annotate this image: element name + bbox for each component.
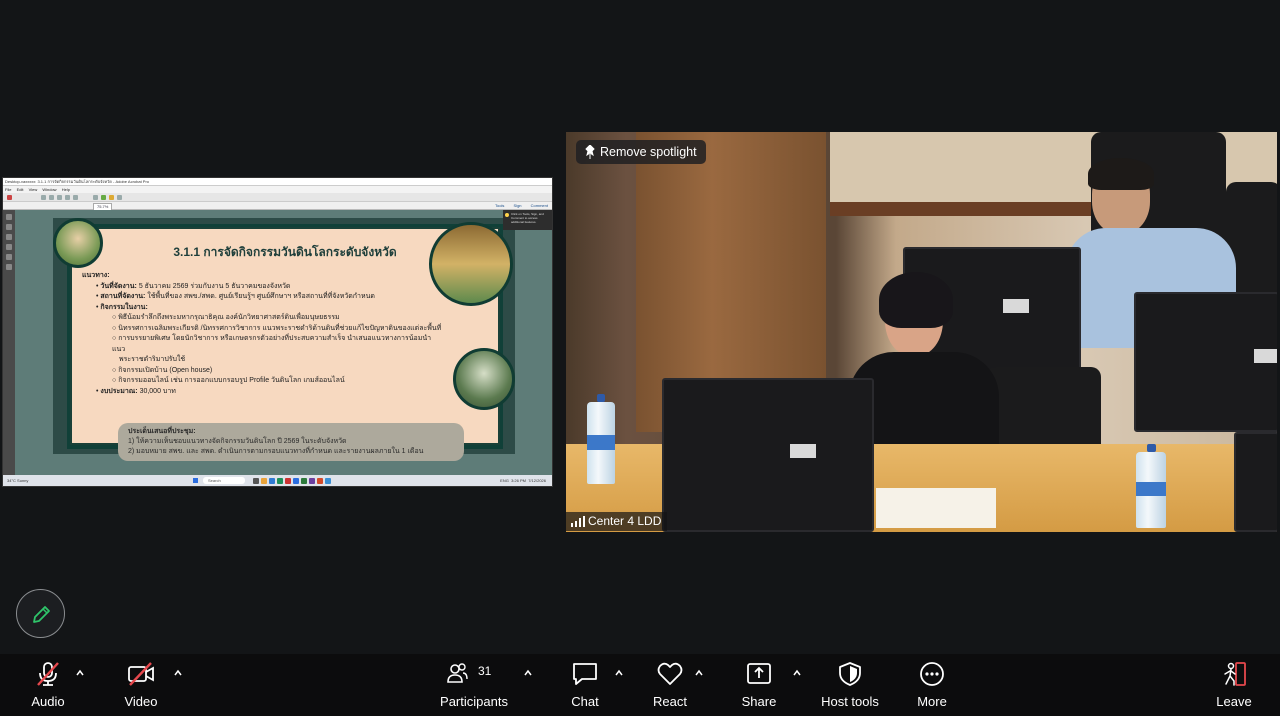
more-label: More	[917, 694, 947, 709]
weather-widget: 34°C Sunny	[7, 478, 29, 483]
shared-menubar: File Edit View Window Help	[3, 186, 552, 193]
shared-toolbar	[3, 193, 552, 202]
soil-image	[53, 218, 103, 268]
mic-muted-icon	[37, 662, 59, 686]
share-label: Share	[741, 694, 777, 709]
windows-start-icon	[193, 478, 198, 483]
participants-button[interactable]: 31 Participants	[440, 660, 508, 710]
section-heading: แนวทาง:	[82, 272, 110, 279]
audio-button[interactable]: Audio	[27, 660, 69, 710]
shared-left-pane	[3, 210, 15, 475]
activity-item-cont: พระราชดำริมาปรับใช้	[119, 356, 186, 363]
host-tools-label: Host tools	[821, 694, 879, 709]
share-button[interactable]: Share	[740, 660, 778, 710]
share-options-caret[interactable]	[792, 668, 802, 678]
note-item: 2) มอบหมาย สพข. และ สพด. ดำเนินการตามกรอ…	[128, 448, 424, 455]
meeting-toolbar: Audio Video 31 Participants Chat React S…	[0, 654, 1280, 716]
chat-label: Chat	[571, 694, 599, 709]
sign-tab: Sign	[513, 203, 522, 208]
participant-name: Center 4 LDD	[588, 514, 662, 528]
bullet-budget: • งบประมาณ: 30,000 บาท	[96, 387, 176, 395]
participants-label: Participants	[440, 694, 508, 709]
lightbulb-icon	[505, 213, 509, 217]
shield-icon	[839, 662, 861, 686]
water-bottle	[1136, 444, 1166, 528]
host-tools-button[interactable]: Host tools	[818, 660, 882, 710]
note-item: 1) ให้ความเห็นชอบแนวทางจัดกิจกรรมวันดินโ…	[128, 438, 347, 445]
slide-body: แนวทาง: • วันที่จัดงาน: 5 ธันวาคม 2569 ร…	[82, 271, 442, 397]
participants-options-caret[interactable]	[523, 668, 533, 678]
react-options-caret[interactable]	[694, 668, 704, 678]
spotlight-video[interactable]	[566, 132, 1277, 532]
video-muted-icon	[128, 662, 154, 686]
leave-label: Leave	[1216, 694, 1252, 709]
chat-icon	[573, 663, 597, 685]
note-heading: ประเด็นเสนอที่ประชุม:	[128, 428, 196, 435]
chat-button[interactable]: Chat	[567, 660, 603, 710]
chat-options-caret[interactable]	[614, 668, 624, 678]
comment-tab: Comment	[530, 203, 548, 208]
tools-tab: Tools	[495, 203, 505, 208]
participants-count: 31	[478, 664, 492, 678]
meeting-proposal-box: ประเด็นเสนอที่ประชุม: 1) ให้ความเห็นชอบแ…	[118, 423, 464, 461]
menu-help: Help	[61, 187, 70, 192]
bullet-venue: • สถานที่จัดงาน: ใช้พื้นที่ของ สพข./สพด.…	[96, 293, 375, 300]
shared-window-title: Desktop-vaxxxxx: 3.1.1 การจัดกิจกรรมวันด…	[3, 178, 552, 186]
video-options-caret[interactable]	[173, 668, 183, 678]
react-label: React	[653, 694, 687, 709]
signal-icon	[571, 516, 585, 527]
slide: 3.1.1 การจัดกิจกรรมวันดินโลกระดับจังหวัด…	[53, 218, 515, 461]
meeting-window: Desktop-vaxxxxx: 3.1.1 การจัดกิจกรรมวันด…	[0, 0, 1280, 716]
audio-label: Audio	[31, 694, 65, 709]
event-image	[453, 348, 515, 410]
annotate-button[interactable]	[16, 589, 65, 638]
heart-icon	[657, 662, 683, 685]
bullet-activities: • กิจกรรมในงาน:	[96, 303, 148, 311]
taskbar-apps	[253, 477, 333, 486]
water-bottle	[587, 394, 615, 484]
leave-button[interactable]: Leave	[1214, 660, 1254, 710]
participants-icon	[447, 663, 468, 683]
activity-item: ○ กิจกรรมเปิดบ้าน (Open house)	[112, 366, 213, 374]
ceremony-image	[429, 222, 513, 306]
menu-view: View	[28, 187, 38, 192]
remove-spotlight-button[interactable]: Remove spotlight	[576, 140, 706, 164]
activity-item: ○ การบรรยายพิเศษ โดยนักวิชาการ หรือเกษตร…	[112, 335, 432, 353]
windows-taskbar: 34°C Sunny Search ENG 3:26 PM 7/12/2026	[3, 475, 552, 486]
remove-spotlight-label: Remove spotlight	[600, 145, 697, 159]
activity-item: ○ กิจกรรมออนไลน์ เช่น การออกแบบกรอบรูป P…	[112, 377, 345, 384]
bullet-date: • วันที่จัดงาน: 5 ธันวาคม 2569 ร่วมกับงา…	[96, 282, 291, 290]
pdf-viewer: 3.1.1 การจัดกิจกรรมวันดินโลกระดับจังหวัด…	[15, 210, 552, 475]
menu-window: Window	[42, 187, 57, 192]
pin-icon	[585, 145, 595, 159]
activity-item: ○ พิธีน้อมรำลึกถึงพระมหากรุณาธิคุณ องค์น…	[112, 314, 340, 321]
audio-options-caret[interactable]	[75, 668, 85, 678]
pencil-icon	[33, 606, 50, 623]
menu-file: File	[5, 187, 12, 192]
menu-edit: Edit	[16, 187, 24, 192]
video-button[interactable]: Video	[121, 660, 161, 710]
acrobat-tooltip: Click on Tools, Sign, and Comment to acc…	[503, 210, 552, 230]
system-tray: ENG 3:26 PM 7/12/2026	[500, 478, 546, 483]
react-button[interactable]: React	[650, 660, 690, 710]
share-screen-icon	[747, 663, 771, 684]
participant-name-tag: Center 4 LDD	[566, 512, 668, 531]
leave-icon	[1224, 662, 1246, 686]
shared-toolbar-2: 75.7% Tools Sign Comment	[3, 202, 552, 211]
taskbar-search: Search	[203, 477, 245, 484]
video-label: Video	[124, 694, 158, 709]
more-icon	[920, 662, 944, 686]
activity-item: ○ นิทรรศการเฉลิมพระเกียรติ /นิทรรศการวิช…	[112, 324, 442, 332]
shared-screen[interactable]: Desktop-vaxxxxx: 3.1.1 การจัดกิจกรรมวันด…	[2, 177, 553, 487]
more-button[interactable]: More	[912, 660, 952, 710]
